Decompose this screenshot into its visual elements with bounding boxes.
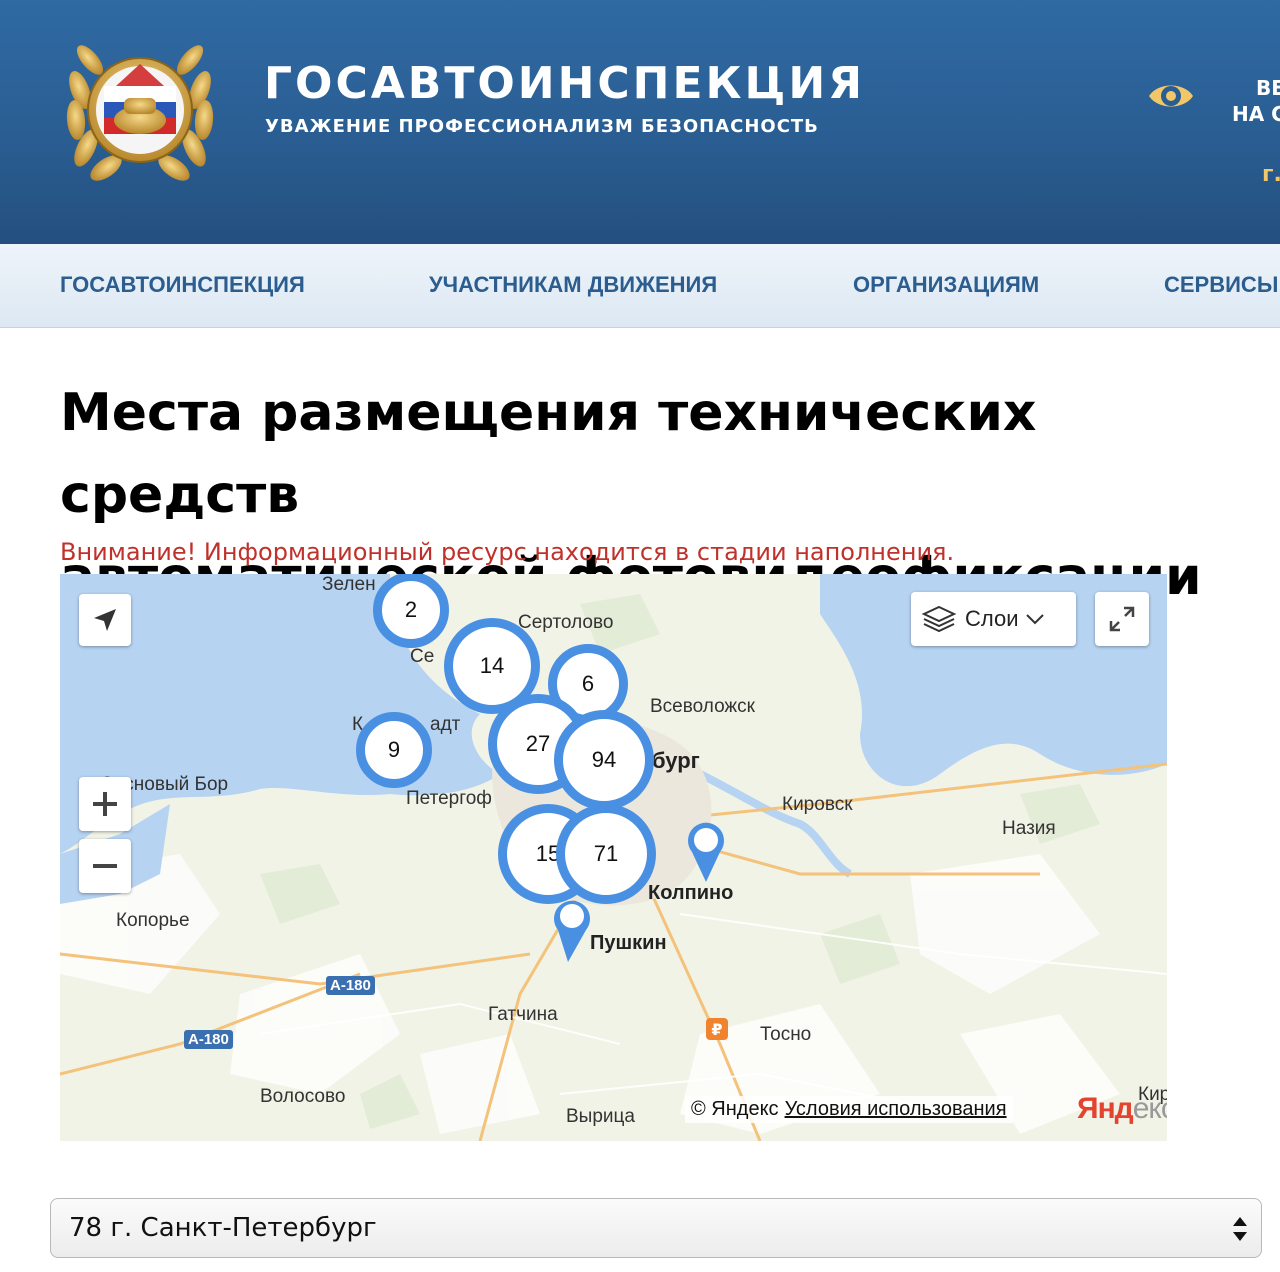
geolocation-button[interactable] <box>79 594 131 646</box>
copyright-text: © Яндекс <box>691 1098 779 1120</box>
place-label: Всеволожск <box>650 696 755 717</box>
place-label: Петергоф <box>406 788 492 809</box>
yandex-logo[interactable]: Яндекс <box>1077 1092 1167 1126</box>
traffic-police-emblem-icon[interactable] <box>60 30 220 182</box>
eye-icon[interactable] <box>1146 78 1196 114</box>
nav-item-services[interactable]: СЕРВИСЫ <box>1164 272 1278 298</box>
ruble-icon[interactable]: ₽ <box>706 1018 728 1040</box>
map-attribution: © Яндекс Условия использования <box>685 1096 1013 1123</box>
layers-icon <box>921 605 957 633</box>
accessibility-link-line2[interactable]: НА С <box>1232 102 1280 126</box>
road-badge: А-180 <box>184 1030 233 1049</box>
camera-marker-icon[interactable] <box>550 894 594 964</box>
region-select[interactable]: 78 г. Санкт-Петербург <box>50 1198 1262 1258</box>
place-label: Тосно <box>760 1024 812 1045</box>
place-label: Пушкин <box>590 932 667 954</box>
warning-message: Внимание! Информационный ресурс находитс… <box>60 538 955 566</box>
cluster-marker[interactable]: 94 <box>554 710 654 810</box>
brand-subtitle: УВАЖЕНИЕ ПРОФЕССИОНАЛИЗМ БЕЗОПАСНОСТЬ <box>265 116 819 137</box>
region-select-value: 78 г. Санкт-Петербург <box>69 1213 377 1243</box>
fullscreen-button[interactable] <box>1095 592 1149 646</box>
location-arrow-icon <box>94 609 116 631</box>
road-badge: А-180 <box>326 976 375 995</box>
region-indicator[interactable]: г. <box>1262 162 1280 187</box>
layers-button[interactable]: Слои <box>911 592 1076 646</box>
place-label: Сертолово <box>518 612 614 633</box>
place-label: Копорье <box>116 910 190 931</box>
zoom-out-button[interactable] <box>79 839 131 893</box>
place-label: Вырица <box>566 1106 635 1127</box>
chevron-down-icon <box>1025 614 1044 625</box>
place-label: Зелен <box>322 574 376 595</box>
yandex-logo-rest: екс <box>1132 1092 1167 1125</box>
nav-item-organizations[interactable]: ОРГАНИЗАЦИЯМ <box>853 272 1039 298</box>
yandex-map[interactable]: Зелен Сертолово Се Всеволожск К адт бург… <box>60 574 1167 1141</box>
cluster-marker[interactable]: 9 <box>356 712 432 788</box>
main-navigation: ГОСАВТОИНСПЕКЦИЯ УЧАСТНИКАМ ДВИЖЕНИЯ ОРГ… <box>0 244 1280 328</box>
plus-icon <box>93 792 117 816</box>
place-label: Назия <box>1002 818 1056 839</box>
camera-marker-icon[interactable] <box>684 818 728 884</box>
zoom-in-button[interactable] <box>79 777 131 831</box>
nav-item-road-users[interactable]: УЧАСТНИКАМ ДВИЖЕНИЯ <box>429 272 717 298</box>
nav-item-gosavtoinspekciya[interactable]: ГОСАВТОИНСПЕКЦИЯ <box>60 272 305 298</box>
place-label: Кировск <box>782 794 853 815</box>
page-title-line1: Места размещения технических средств <box>60 383 1037 525</box>
layers-label: Слои <box>965 606 1019 631</box>
select-arrows-icon <box>1233 1217 1247 1241</box>
brand-title: ГОСАВТОИНСПЕКЦИЯ <box>264 58 866 109</box>
site-header: ГОСАВТОИНСПЕКЦИЯ УВАЖЕНИЕ ПРОФЕССИОНАЛИЗ… <box>0 0 1280 244</box>
place-label-city: бург <box>652 748 700 773</box>
terms-link[interactable]: Условия использования <box>785 1098 1007 1120</box>
expand-icon <box>1109 606 1135 632</box>
yandex-logo-main: Янд <box>1077 1092 1134 1125</box>
place-label: Гатчина <box>488 1004 558 1025</box>
place-label: Волосово <box>260 1086 346 1107</box>
place-label: адт <box>430 714 461 735</box>
cluster-marker[interactable]: 71 <box>556 804 656 904</box>
place-label: Колпино <box>648 882 734 904</box>
accessibility-link-line1[interactable]: ВЕ <box>1256 76 1280 100</box>
minus-icon <box>93 864 117 868</box>
cluster-marker[interactable]: 2 <box>373 574 449 648</box>
place-label: Се <box>410 646 435 667</box>
